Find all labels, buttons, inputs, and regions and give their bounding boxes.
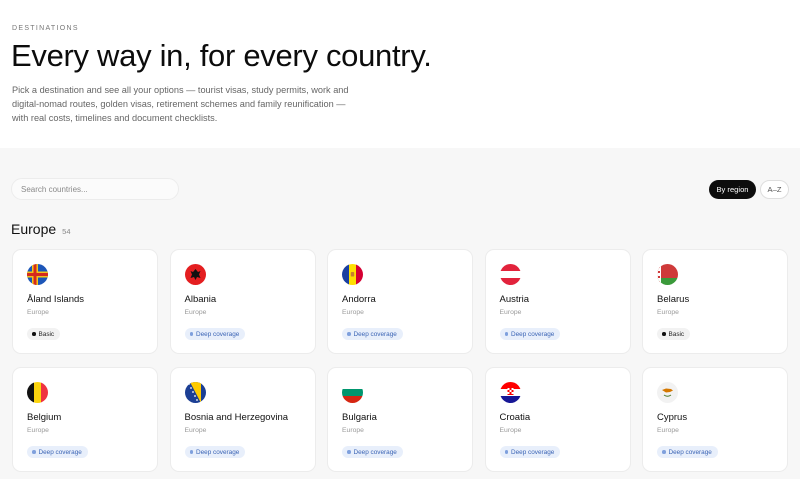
andorra-flag-icon [342,264,363,285]
country-name: Croatia [499,412,531,423]
country-card[interactable]: Bulgaria Europe Deep coverage [327,367,473,472]
country-region: Europe [657,309,679,316]
country-region: Europe [657,427,679,434]
country-region: Europe [27,427,49,434]
country-name: Bulgaria [342,412,377,423]
coverage-badge: Deep coverage [342,328,403,340]
country-card[interactable]: Austria Europe Deep coverage [484,249,631,354]
coverage-badge: Deep coverage [499,328,561,340]
country-grid: Åland Islands Europe Basic Albania Europ… [12,249,788,472]
country-region: Europe [499,427,522,434]
a-z-toggle[interactable]: A–Z [760,180,789,199]
country-region: Europe [342,309,364,316]
coverage-badge: Deep coverage [184,328,246,340]
coverage-badge: Deep coverage [342,446,403,458]
region-count: 54 [62,227,71,236]
coverage-badge: Basic [657,328,691,340]
country-card[interactable]: Bosnia and Herzegovina Europe Deep cover… [169,367,316,472]
country-name: Albania [184,294,217,305]
country-region: Europe [184,427,207,434]
coverage-badge: Deep coverage [27,446,88,458]
belgium-flag-icon [27,382,48,403]
country-region: Europe [27,309,49,316]
by-region-toggle[interactable]: By region [709,180,756,199]
page-title: Every way in, for every country. [11,38,432,73]
austria-flag-icon [499,264,521,285]
country-name: Belgium [27,412,62,423]
page-intro: Pick a destination and see all your opti… [12,85,349,123]
coverage-badge: Deep coverage [657,446,718,458]
hero-section: DESTINATIONS Every way in, for every cou… [0,0,800,148]
region-name: Europe [11,221,57,237]
country-card[interactable]: Croatia Europe Deep coverage [484,367,631,472]
search-input[interactable] [11,178,179,200]
country-card[interactable]: Belgium Europe Deep coverage [12,367,158,472]
bulgaria-flag-icon [342,382,363,403]
country-name: Cyprus [657,412,688,423]
bosnia-flag-icon [184,382,206,403]
coverage-badge: Basic [27,328,61,340]
cyprus-flag-icon [657,382,678,403]
country-name: Andorra [342,294,376,305]
countries-section: By region A–Z Europe 54 Åland Islands Eu… [0,148,800,479]
eyebrow-label: DESTINATIONS [12,25,79,32]
country-name: Bosnia and Herzegovina [184,412,289,423]
region-header: Europe 54 [11,221,71,237]
coverage-badge: Deep coverage [184,446,246,458]
country-name: Belarus [657,294,690,305]
country-name: Austria [499,294,530,305]
country-card[interactable]: Belarus Europe Basic [642,249,788,354]
country-name: Åland Islands [27,294,85,305]
country-card[interactable]: Åland Islands Europe Basic [12,249,158,354]
country-region: Europe [499,309,522,316]
country-region: Europe [342,427,364,434]
country-card[interactable]: Cyprus Europe Deep coverage [642,367,788,472]
croatia-flag-icon [499,382,521,403]
country-card[interactable]: Andorra Europe Deep coverage [327,249,473,354]
coverage-badge: Deep coverage [499,446,561,458]
country-region: Europe [184,309,207,316]
aland-flag-icon [27,264,48,285]
belarus-flag-icon [657,264,678,285]
albania-flag-icon [184,264,206,285]
country-card[interactable]: Albania Europe Deep coverage [169,249,316,354]
